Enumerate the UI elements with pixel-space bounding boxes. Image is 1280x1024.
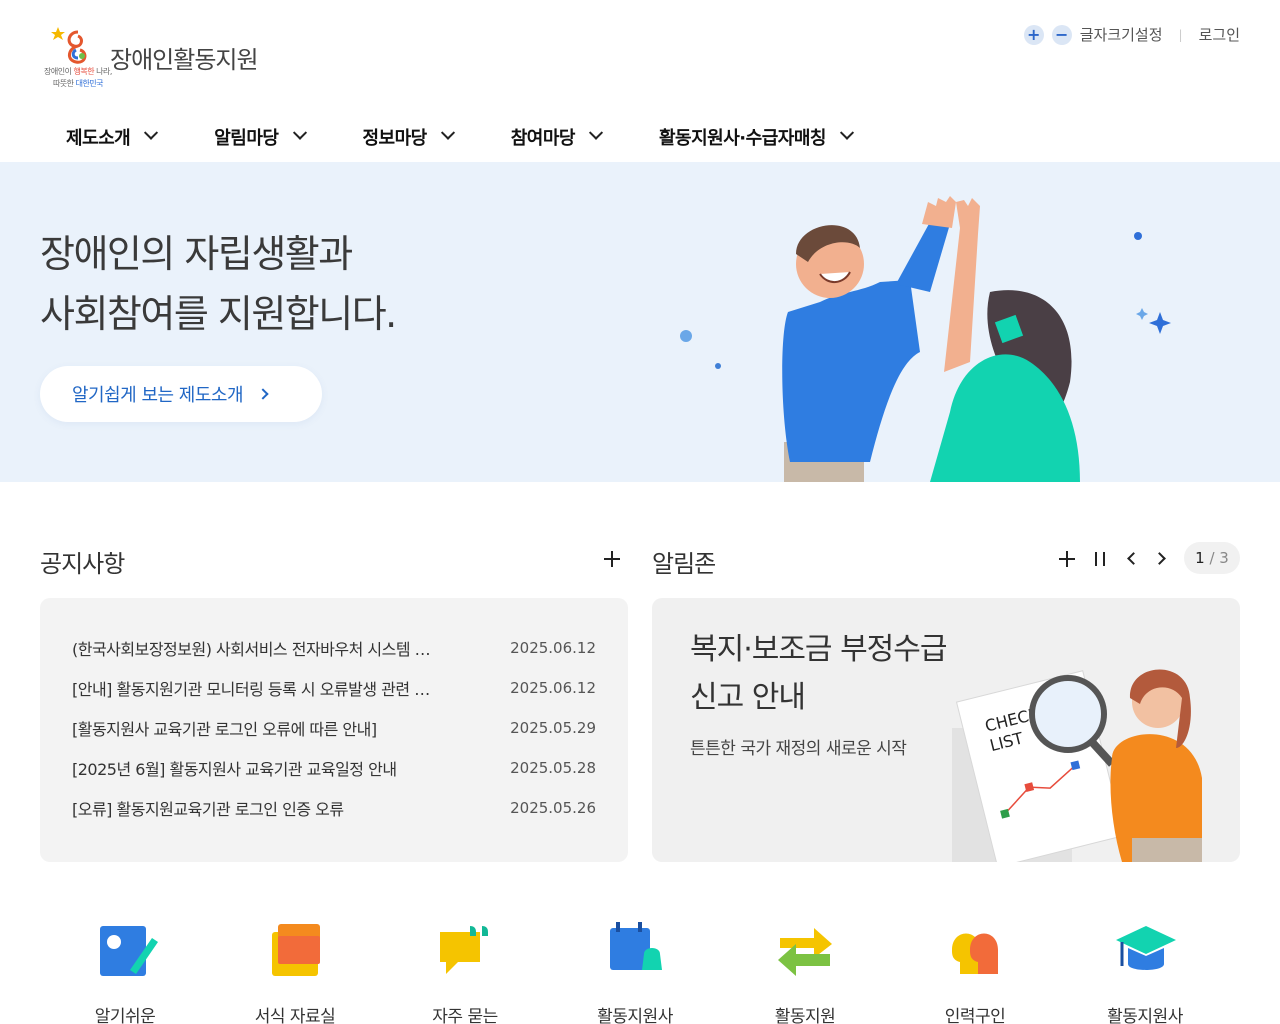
quick-item[interactable]: 인력구인: [890, 914, 1060, 1024]
pager-total: 3: [1219, 549, 1229, 567]
chevron-down-icon: [588, 125, 604, 140]
people-icon: [952, 933, 998, 974]
quick-item[interactable]: 자주 묻는: [380, 914, 550, 1024]
quick-label: 인력구인: [944, 1007, 1006, 1024]
nav-item-information[interactable]: 정보마당: [362, 124, 455, 150]
hero-title-line: 장애인의 자립생활과: [40, 232, 353, 276]
exchange-arrows-icon: [778, 928, 832, 976]
utility-menu: + − 글자크기설정 | 로그인: [1023, 24, 1240, 45]
alarm-section-title: 알림존: [652, 550, 716, 578]
chevron-down-icon: [440, 125, 455, 140]
edit-icon: [100, 926, 158, 976]
graduation-cap-icon: [1116, 926, 1176, 970]
alarm-card-title: 복지·보조금 부정수급 신고 안내: [690, 626, 947, 722]
notice-date: 2025.06.12: [510, 679, 596, 697]
nav-label: 참여마당: [510, 128, 576, 149]
nav-label: 정보마당: [362, 128, 428, 149]
notice-title[interactable]: [2025년 6월] 활동지원사 교육기관 교육일정 안내: [72, 756, 432, 780]
notice-title[interactable]: [안내] 활동지원기관 모니터링 등록 시 오류발생 관련 안내: [72, 676, 432, 700]
easy-intro-label: 알기쉽게 보는 제도소개: [72, 385, 244, 406]
nav-item-system-intro[interactable]: 제도소개: [66, 124, 159, 150]
calendar-bell-icon: [610, 922, 662, 970]
nav-label: 제도소개: [66, 128, 131, 149]
notice-row[interactable]: [안내] 활동지원기관 모니터링 등록 시 오류발생 관련 안내 2025.06…: [72, 668, 596, 708]
hero-title: 장애인의 자립생활과 사회참여를 지원합니다.: [40, 224, 397, 344]
high-five-illustration: [680, 196, 1171, 482]
alarm-slide-card[interactable]: 복지·보조금 부정수급 신고 안내 튼튼한 국가 재정의 새로운 시작 CHEC…: [652, 598, 1240, 862]
notice-list: (한국사회보장정보원) 사회서비스 전자바우처 시스템 점검 안내 2025.0…: [40, 598, 628, 862]
quick-label: 활동지원사: [1107, 1007, 1183, 1024]
hero-banner: 장애인의 자립생활과 사회참여를 지원합니다. 알기쉽게 보는 제도소개: [0, 162, 1280, 482]
pause-icon[interactable]: [1095, 552, 1105, 566]
folder-icon: [272, 924, 320, 976]
nav-item-participation[interactable]: 참여마당: [510, 124, 604, 150]
chevron-right-icon: [257, 388, 269, 400]
notice-date: 2025.05.29: [510, 719, 596, 737]
quick-label: 알기쉬운: [94, 1007, 156, 1024]
login-link[interactable]: 로그인: [1199, 24, 1240, 45]
slide-pager: 1 / 3: [1184, 542, 1240, 574]
quick-item[interactable]: 알기쉬운: [40, 914, 210, 1024]
notice-title[interactable]: (한국사회보장정보원) 사회서비스 전자바우처 시스템 점검 안내: [72, 636, 432, 660]
notice-title[interactable]: [오류] 활동지원교육기관 로그인 인증 오류: [72, 796, 432, 820]
alarm-card-subtitle: 튼튼한 국가 재정의 새로운 시작: [690, 739, 907, 759]
alarm-card-title-line: 신고 안내: [690, 680, 806, 715]
quick-label: 자주 묻는: [432, 1007, 498, 1024]
speech-bubble-icon: [440, 926, 488, 974]
nav-item-notices[interactable]: 알림마당: [214, 124, 307, 150]
prev-slide-icon[interactable]: [1127, 552, 1140, 565]
logo-slogan: 장애인이 행복한 나라, 따뜻한 대한민국: [44, 67, 112, 88]
notice-row[interactable]: [2025년 6월] 활동지원사 교육기관 교육일정 안내 2025.05.28: [72, 748, 596, 788]
notice-more-plus-icon[interactable]: [604, 551, 620, 567]
hero-title-line: 사회참여를 지원합니다.: [40, 292, 397, 336]
font-size-setting-label: 글자크기설정: [1079, 26, 1163, 44]
quick-label: 활동지원사: [597, 1007, 673, 1024]
quick-item[interactable]: 서식 자료실: [210, 914, 380, 1024]
divider: |: [1178, 27, 1183, 42]
notice-date: 2025.06.12: [510, 639, 596, 657]
zoom-out-button[interactable]: −: [1051, 24, 1072, 45]
chevron-down-icon: [839, 125, 855, 140]
chevron-down-icon: [292, 125, 307, 140]
site-header: 장애인이 행복한 나라, 따뜻한 대한민국 장애인활동지원 + − 글자크기설정…: [0, 0, 1280, 162]
quick-item[interactable]: 활동지원사: [1060, 914, 1230, 1024]
quick-label: 활동지원: [774, 1007, 836, 1024]
notice-title[interactable]: [활동지원사 교육기관 로그인 오류에 따른 안내]: [72, 716, 432, 740]
site-logo[interactable]: 장애인이 행복한 나라, 따뜻한 대한민국 장애인활동지원: [38, 22, 278, 92]
nav-label: 활동지원사·수급자매칭: [659, 128, 826, 149]
nav-item-matching[interactable]: 활동지원사·수급자매칭: [659, 124, 855, 150]
notice-row[interactable]: [오류] 활동지원교육기관 로그인 인증 오류 2025.05.26: [72, 788, 596, 828]
alarm-card-title-line: 복지·보조금 부정수급: [690, 632, 947, 667]
notice-date: 2025.05.28: [510, 759, 596, 777]
notice-row[interactable]: (한국사회보장정보원) 사회서비스 전자바우처 시스템 점검 안내 2025.0…: [72, 628, 596, 668]
quick-item[interactable]: 활동지원사: [550, 914, 720, 1024]
next-slide-icon[interactable]: [1153, 552, 1166, 565]
pager-separator: /: [1204, 549, 1220, 567]
logo-title: 장애인활동지원: [110, 46, 259, 74]
quick-menu: 알기쉬운 서식 자료실 자주 묻는 활동지원사 활동지원 인력구인 활동지원사: [40, 914, 1240, 1024]
nav-label: 알림마당: [214, 128, 279, 149]
alarm-more-plus-icon[interactable]: [1059, 551, 1075, 567]
easy-intro-button[interactable]: 알기쉽게 보는 제도소개: [40, 366, 322, 422]
notice-section-title: 공지사항: [40, 550, 125, 578]
main-nav: 제도소개 알림마당 정보마당 참여마당 활동지원사·수급자매칭: [66, 124, 910, 150]
quick-item[interactable]: 활동지원: [720, 914, 890, 1024]
notice-row[interactable]: [활동지원사 교육기관 로그인 오류에 따른 안내] 2025.05.29: [72, 708, 596, 748]
quick-label: 서식 자료실: [254, 1007, 336, 1024]
checklist-woman-illustration: CHECK LIST: [952, 669, 1202, 862]
pager-current: 1: [1195, 549, 1205, 567]
chevron-down-icon: [144, 125, 159, 140]
zoom-in-button[interactable]: +: [1023, 24, 1044, 45]
notice-date: 2025.05.26: [510, 799, 596, 817]
